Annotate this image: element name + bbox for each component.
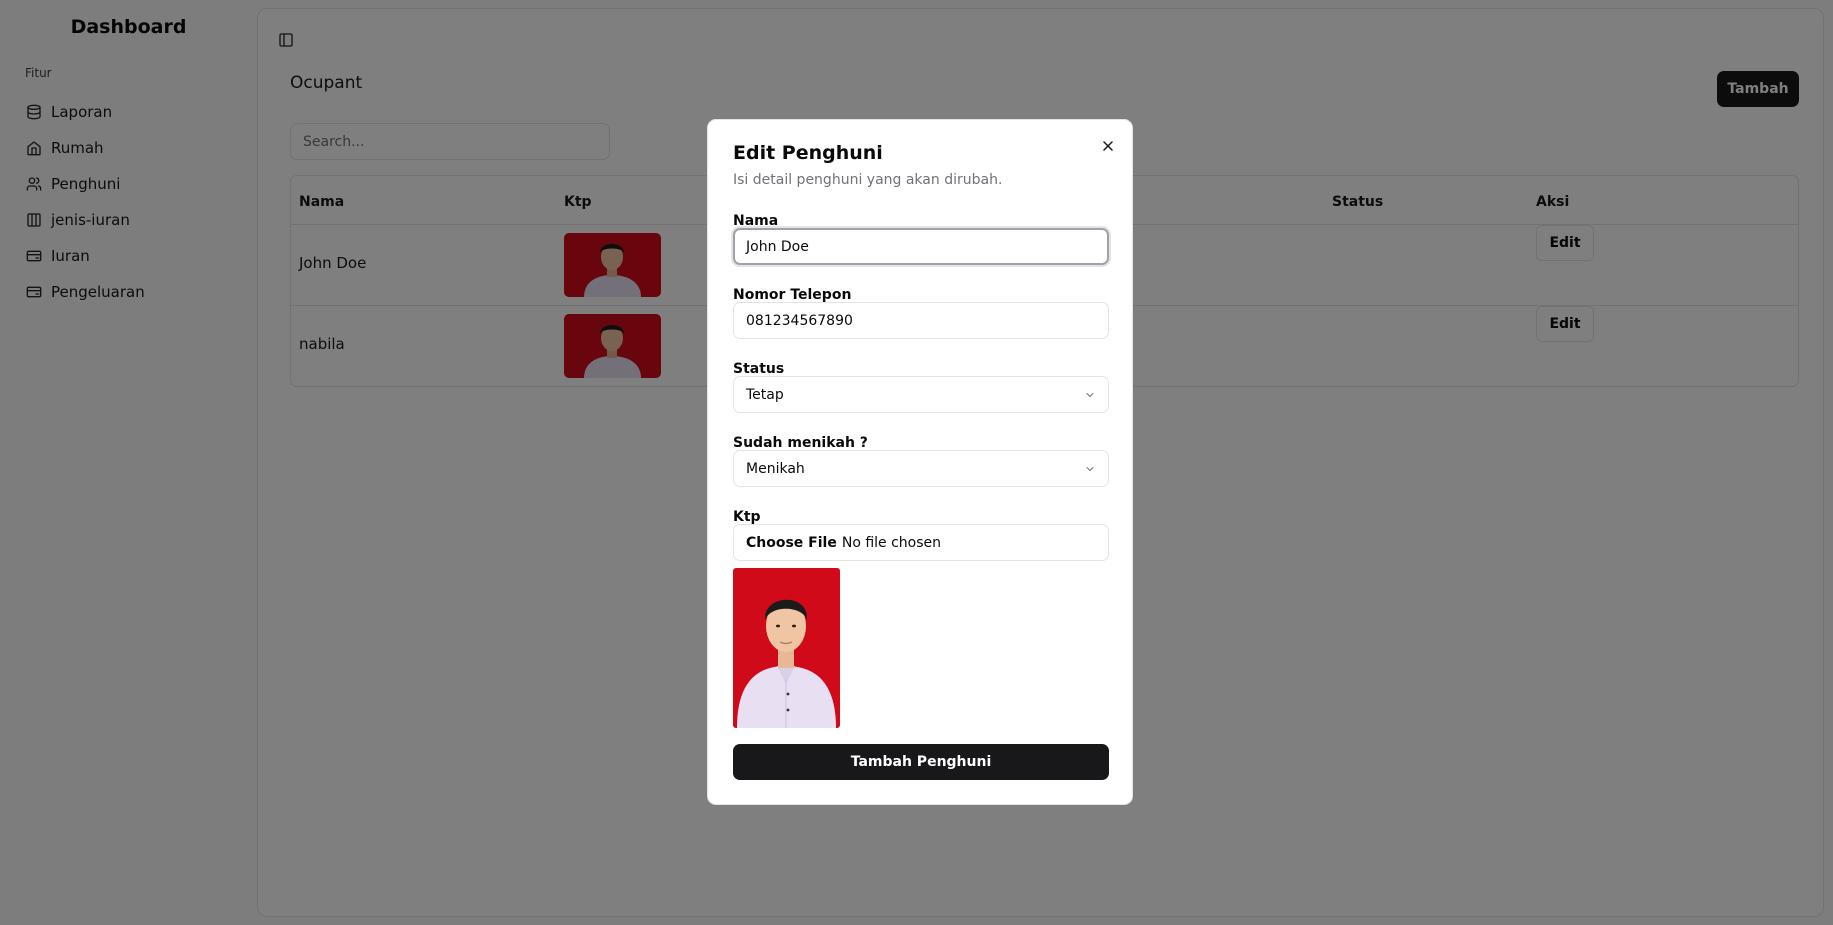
chevron-down-icon — [1086, 392, 1094, 397]
status-select-value: Tetap — [746, 386, 784, 403]
nama-input[interactable]: John Doe — [733, 228, 1109, 265]
telepon-label: Nomor Telepon — [733, 287, 852, 303]
ktp-file-input[interactable]: Choose File No file chosen — [733, 524, 1109, 561]
submit-button[interactable]: Tambah Penghuni — [733, 744, 1109, 780]
dialog-title: Edit Penghuni — [733, 142, 883, 164]
choose-file-button[interactable]: Choose File — [746, 535, 837, 551]
edit-penghuni-dialog: Edit Penghuni Isi detail penghuni yang a… — [707, 119, 1133, 805]
file-status: No file chosen — [841, 534, 942, 551]
nama-label: Nama — [733, 213, 779, 229]
status-select[interactable]: Tetap — [733, 376, 1109, 413]
chevron-down-icon — [1086, 466, 1094, 471]
dialog-description: Isi detail penghuni yang akan dirubah. — [733, 172, 1003, 188]
status-label: Status — [733, 361, 785, 377]
telepon-input[interactable]: 081234567890 — [733, 302, 1109, 339]
menikah-select[interactable]: Menikah — [733, 450, 1109, 487]
ktp-preview-image — [733, 568, 840, 728]
close-icon[interactable] — [1100, 138, 1116, 154]
menikah-select-value: Menikah — [746, 460, 805, 477]
ktp-label: Ktp — [733, 509, 761, 525]
menikah-label: Sudah menikah ? — [733, 435, 868, 451]
